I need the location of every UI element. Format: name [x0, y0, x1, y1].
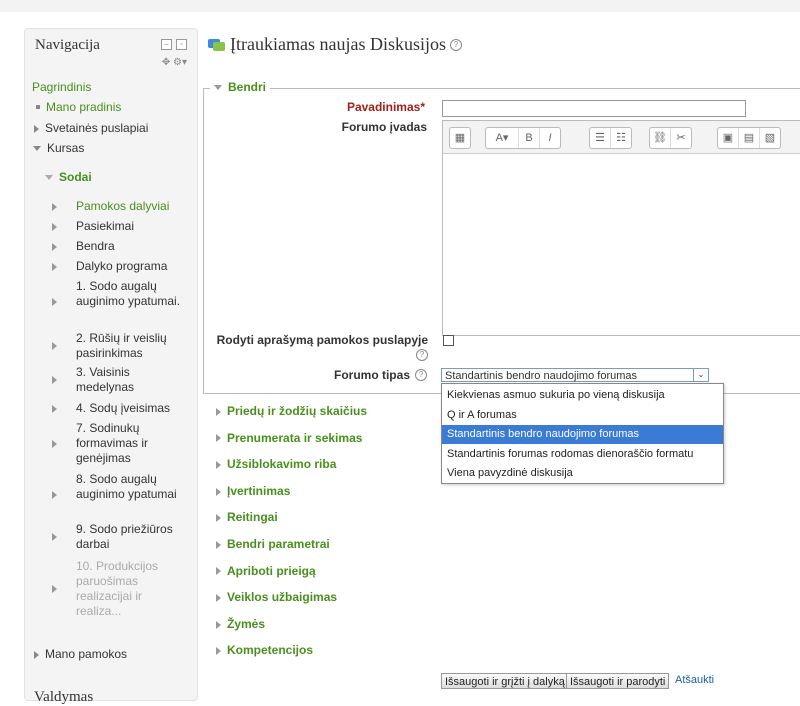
block-controls: – ▫ — [161, 39, 187, 50]
nav-course[interactable]: Kursas — [33, 141, 84, 155]
name-input[interactable] — [442, 100, 746, 117]
chevron-down-icon — [214, 85, 222, 91]
section-header[interactable]: Veiklos užbaigimas — [216, 590, 337, 604]
image-icon[interactable]: ▣ — [718, 128, 739, 148]
forum-type-select[interactable]: Standartinis bendro naudojimo forumas ⌄ — [441, 368, 709, 382]
chevron-right-icon — [34, 124, 39, 133]
chevron-right-icon — [216, 514, 221, 523]
forum-type-option[interactable]: Q ir A forumas — [442, 406, 723, 425]
toolbar-toggle-icon[interactable]: ▦ — [450, 128, 470, 148]
intro-label: Forumo įvadas — [341, 120, 427, 134]
chevron-right-icon — [52, 404, 57, 413]
block-settings: ✥ ⚙▾ — [162, 57, 187, 68]
chevron-down-icon: ⌄ — [693, 369, 708, 381]
gear-icon[interactable]: ⚙▾ — [173, 57, 187, 68]
save-return-button[interactable]: Išsaugoti ir grįžti į dalyką — [441, 673, 569, 689]
forum-type-option[interactable]: Standartinis forumas rodomas dienoraščio… — [442, 445, 723, 464]
cancel-link[interactable]: Atšaukti — [675, 674, 714, 686]
nav-course-name[interactable]: Sodai — [45, 170, 92, 184]
section-header[interactable]: Žymės — [216, 617, 265, 631]
dock-icon[interactable]: ▫ — [176, 39, 187, 50]
file-icon[interactable]: ▧ — [760, 128, 780, 148]
chevron-right-icon — [216, 540, 221, 549]
nav-site-pages[interactable]: Svetainės puslapiai — [34, 121, 148, 135]
collapse-icon[interactable]: – — [161, 39, 172, 50]
chevron-right-icon — [52, 533, 57, 541]
forum-type-option[interactable]: Kiekvienas asmuo sukuria po vieną diskus… — [442, 386, 723, 405]
chevron-right-icon — [52, 202, 57, 211]
chevron-right-icon — [52, 490, 57, 499]
section-header[interactable]: Apriboti prieigą — [216, 564, 316, 578]
chevron-down-icon — [33, 146, 41, 152]
nav-my-home[interactable]: Mano pradinis — [34, 100, 121, 114]
chevron-right-icon — [216, 620, 221, 629]
navigation-title: Navigacija — [35, 37, 100, 53]
chevron-right-icon — [34, 650, 39, 659]
section-header[interactable]: Kompetencijos — [216, 643, 313, 657]
section-header[interactable]: Prenumerata ir sekimas — [216, 431, 362, 445]
section-header[interactable]: Užsiblokavimo riba — [216, 457, 336, 471]
section-header[interactable]: Įvertinimas — [216, 484, 290, 498]
chevron-right-icon — [52, 242, 57, 251]
chevron-right-icon — [52, 342, 57, 350]
section-header[interactable]: Bendri parametrai — [216, 537, 330, 551]
admin-block-title: Valdymas — [34, 689, 94, 705]
bold-icon[interactable]: B — [519, 128, 540, 148]
intro-editor[interactable]: ▦ A▾ B I ☰ ☷ ⛓ ✂ ▣ ▤ ▧ — [442, 120, 800, 336]
help-icon[interactable]: ? — [449, 38, 462, 51]
chevron-right-icon — [216, 461, 221, 470]
chevron-right-icon — [216, 567, 221, 576]
editor-toolbar: ▦ A▾ B I ☰ ☷ ⛓ ✂ ▣ ▤ ▧ — [443, 121, 800, 154]
chevron-right-icon — [216, 434, 221, 443]
chevron-right-icon — [216, 594, 221, 603]
section-header[interactable]: Priedų ir žodžių skaičius — [216, 404, 367, 418]
forum-type-label: Forumo tipas — [333, 368, 410, 382]
nav-my-courses[interactable]: Mano pamokos — [34, 647, 127, 661]
top-bar — [0, 0, 800, 12]
chevron-right-icon — [216, 647, 221, 656]
help-icon[interactable]: ? — [415, 369, 427, 381]
help-icon[interactable]: ? — [416, 349, 428, 361]
chevron-right-icon — [52, 297, 57, 306]
forum-type-options: Kiekvienas asmuo sukuria po vieną diskus… — [441, 383, 724, 484]
unordered-list-icon[interactable]: ☰ — [590, 128, 611, 148]
section-header[interactable]: Reitingai — [216, 510, 278, 524]
unlink-icon[interactable]: ✂ — [671, 128, 691, 148]
link-icon[interactable]: ⛓ — [650, 128, 671, 148]
nav-home[interactable]: Pagrindinis — [32, 80, 91, 94]
chevron-right-icon — [52, 262, 57, 271]
forum-type-option[interactable]: Standartinis bendro naudojimo forumas — [442, 425, 723, 445]
chevron-right-icon — [52, 439, 57, 448]
media-icon[interactable]: ▤ — [739, 128, 760, 148]
chevron-right-icon — [52, 585, 57, 593]
chevron-right-icon — [52, 376, 57, 384]
chevron-right-icon — [52, 222, 57, 231]
show-description-label: Rodyti aprašymą pamokos puslapyje — [216, 333, 428, 347]
show-description-checkbox[interactable] — [443, 335, 454, 346]
ordered-list-icon[interactable]: ☷ — [611, 128, 631, 148]
forum-icon — [208, 37, 226, 53]
italic-icon[interactable]: I — [540, 128, 560, 148]
save-display-button[interactable]: Išsaugoti ir parodyti — [566, 673, 670, 689]
general-legend[interactable]: Bendri — [210, 80, 271, 94]
bullet-icon — [36, 105, 40, 110]
chevron-down-icon — [45, 175, 53, 181]
chevron-right-icon — [216, 487, 221, 496]
chevron-right-icon — [216, 407, 221, 416]
forum-type-option[interactable]: Viena pavyzdinė diskusija — [442, 464, 723, 483]
font-size-icon[interactable]: A▾ — [486, 128, 519, 148]
move-icon[interactable]: ✥ — [162, 57, 170, 68]
name-label: Pavadinimas* — [346, 100, 425, 114]
page-title: Įtraukiamas naujas Diskusijos ? — [208, 34, 462, 55]
